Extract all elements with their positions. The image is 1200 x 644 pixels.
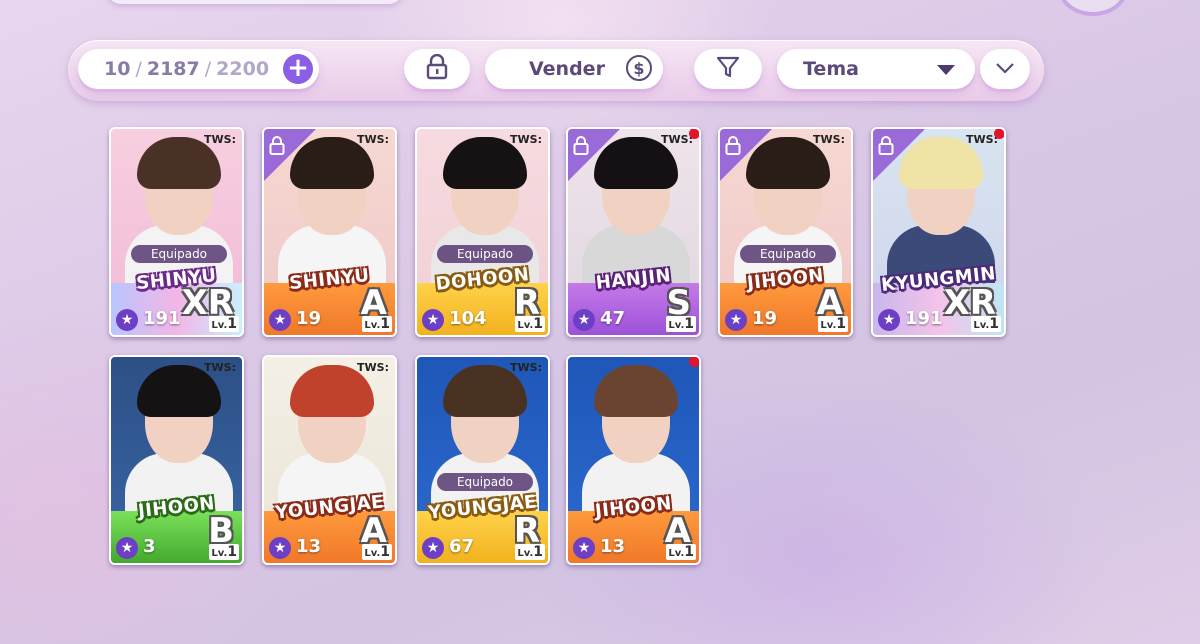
- card-level: Lv.1: [362, 316, 392, 332]
- card-level-value: 1: [533, 316, 543, 332]
- chevron-down-icon: [994, 60, 1016, 79]
- card-level-prefix: Lv.: [973, 320, 990, 331]
- brand-logo: TWS:: [510, 133, 542, 146]
- star-icon: ★: [422, 309, 444, 331]
- card-power: 19: [296, 308, 322, 329]
- card-level: Lv.1: [515, 316, 545, 332]
- card-level-value: 1: [989, 316, 999, 332]
- expand-inventory-button[interactable]: +: [283, 54, 313, 84]
- star-icon: ★: [269, 537, 291, 559]
- star-icon: ★: [573, 309, 595, 331]
- card-power: 13: [600, 536, 626, 557]
- card-level: Lv.1: [362, 544, 392, 560]
- card-level: Lv.1: [209, 316, 239, 332]
- equipped-badge: Equipado: [131, 245, 227, 263]
- item-card[interactable]: TWS: Equipado SHINYU ★ 191 XR Lv.1: [109, 127, 244, 337]
- inventory-current: 10: [104, 58, 131, 80]
- theme-label: Tema: [803, 58, 859, 80]
- card-power: 3: [143, 536, 156, 557]
- star-icon: ★: [116, 309, 138, 331]
- new-indicator-dot: [689, 129, 699, 139]
- card-power: 19: [752, 308, 778, 329]
- card-level: Lv.1: [209, 544, 239, 560]
- card-power: 47: [600, 308, 626, 329]
- brand-logo: TWS:: [357, 361, 389, 374]
- brand-logo: TWS:: [204, 133, 236, 146]
- star-icon: ★: [116, 537, 138, 559]
- card-level-value: 1: [380, 316, 390, 332]
- card-power: 67: [449, 536, 475, 557]
- star-icon: ★: [422, 537, 444, 559]
- card-level-prefix: Lv.: [211, 320, 228, 331]
- inventory-count: 10 / 2187 / 2200 +: [78, 49, 319, 89]
- brand-logo: TWS:: [813, 133, 845, 146]
- card-power: 191: [143, 308, 181, 329]
- sort-order-button[interactable]: [980, 49, 1030, 89]
- sell-label: Vender: [529, 58, 605, 80]
- card-level-prefix: Lv.: [364, 320, 381, 331]
- star-icon: ★: [878, 309, 900, 331]
- card-level-value: 1: [684, 316, 694, 332]
- star-icon: ★: [573, 537, 595, 559]
- card-level-value: 1: [227, 544, 237, 560]
- lock-icon: [878, 136, 894, 160]
- card-level: Lv.1: [515, 544, 545, 560]
- equipped-badge: Equipado: [740, 245, 836, 263]
- top-bar: [105, 0, 405, 4]
- card-level: Lv.1: [666, 316, 696, 332]
- card-level-value: 1: [533, 544, 543, 560]
- card-level-prefix: Lv.: [820, 320, 837, 331]
- lock-icon: [573, 136, 589, 160]
- lock-button[interactable]: [404, 49, 470, 89]
- item-card[interactable]: TWS: YOUNGJAE ★ 13 A Lv.1: [262, 355, 397, 565]
- item-card[interactable]: TWS: Equipado JIHOON ★ 19 A Lv.1: [718, 127, 853, 337]
- equipped-badge: Equipado: [437, 473, 533, 491]
- member-hair: [594, 365, 678, 417]
- card-level-prefix: Lv.: [668, 320, 685, 331]
- brand-logo: TWS:: [510, 361, 542, 374]
- item-card[interactable]: TWS: HANJIN ★ 47 S Lv.1: [566, 127, 701, 337]
- item-card[interactable]: JIHOON ★ 13 A Lv.1: [566, 355, 701, 565]
- star-icon: ★: [725, 309, 747, 331]
- lock-icon: [426, 53, 448, 84]
- menu-button[interactable]: [1058, 0, 1128, 16]
- card-level: Lv.1: [666, 544, 696, 560]
- card-level-prefix: Lv.: [517, 548, 534, 559]
- lock-icon: [725, 136, 741, 160]
- new-indicator-dot: [689, 357, 699, 367]
- item-card[interactable]: TWS: JIHOON ★ 3 B Lv.1: [109, 355, 244, 565]
- inventory-max: 2200: [216, 58, 270, 80]
- equipped-badge: Equipado: [437, 245, 533, 263]
- brand-logo: TWS:: [204, 361, 236, 374]
- card-level-value: 1: [227, 316, 237, 332]
- item-card[interactable]: TWS: Equipado DOHOON ★ 104 R Lv.1: [415, 127, 550, 337]
- item-card[interactable]: TWS: SHINYU ★ 19 A Lv.1: [262, 127, 397, 337]
- card-level-prefix: Lv.: [211, 548, 228, 559]
- card-level: Lv.1: [971, 316, 1001, 332]
- lock-icon: [269, 136, 285, 160]
- dropdown-arrow-icon: [937, 65, 955, 75]
- item-card[interactable]: TWS: Equipado YOUNGJAE ★ 67 R Lv.1: [415, 355, 550, 565]
- card-level-prefix: Lv.: [668, 548, 685, 559]
- card-level-value: 1: [836, 316, 846, 332]
- card-power: 191: [905, 308, 943, 329]
- card-power: 104: [449, 308, 487, 329]
- sell-button[interactable]: Vender $: [485, 49, 663, 89]
- item-card[interactable]: TWS: KYUNGMIN ★ 191 XR Lv.1: [871, 127, 1006, 337]
- card-level-prefix: Lv.: [364, 548, 381, 559]
- star-icon: ★: [269, 309, 291, 331]
- card-level: Lv.1: [818, 316, 848, 332]
- card-power: 13: [296, 536, 322, 557]
- card-level-value: 1: [684, 544, 694, 560]
- filter-button[interactable]: [694, 49, 762, 89]
- card-level-prefix: Lv.: [517, 320, 534, 331]
- new-indicator-dot: [994, 129, 1004, 139]
- card-level-value: 1: [380, 544, 390, 560]
- theme-select[interactable]: Tema: [777, 49, 975, 89]
- brand-logo: TWS:: [357, 133, 389, 146]
- inventory-used: 2187: [146, 58, 200, 80]
- coin-icon: $: [626, 55, 652, 81]
- filter-icon: [716, 55, 740, 83]
- inventory-toolbar: 10 / 2187 / 2200 + Vender $ Tema: [68, 40, 1044, 101]
